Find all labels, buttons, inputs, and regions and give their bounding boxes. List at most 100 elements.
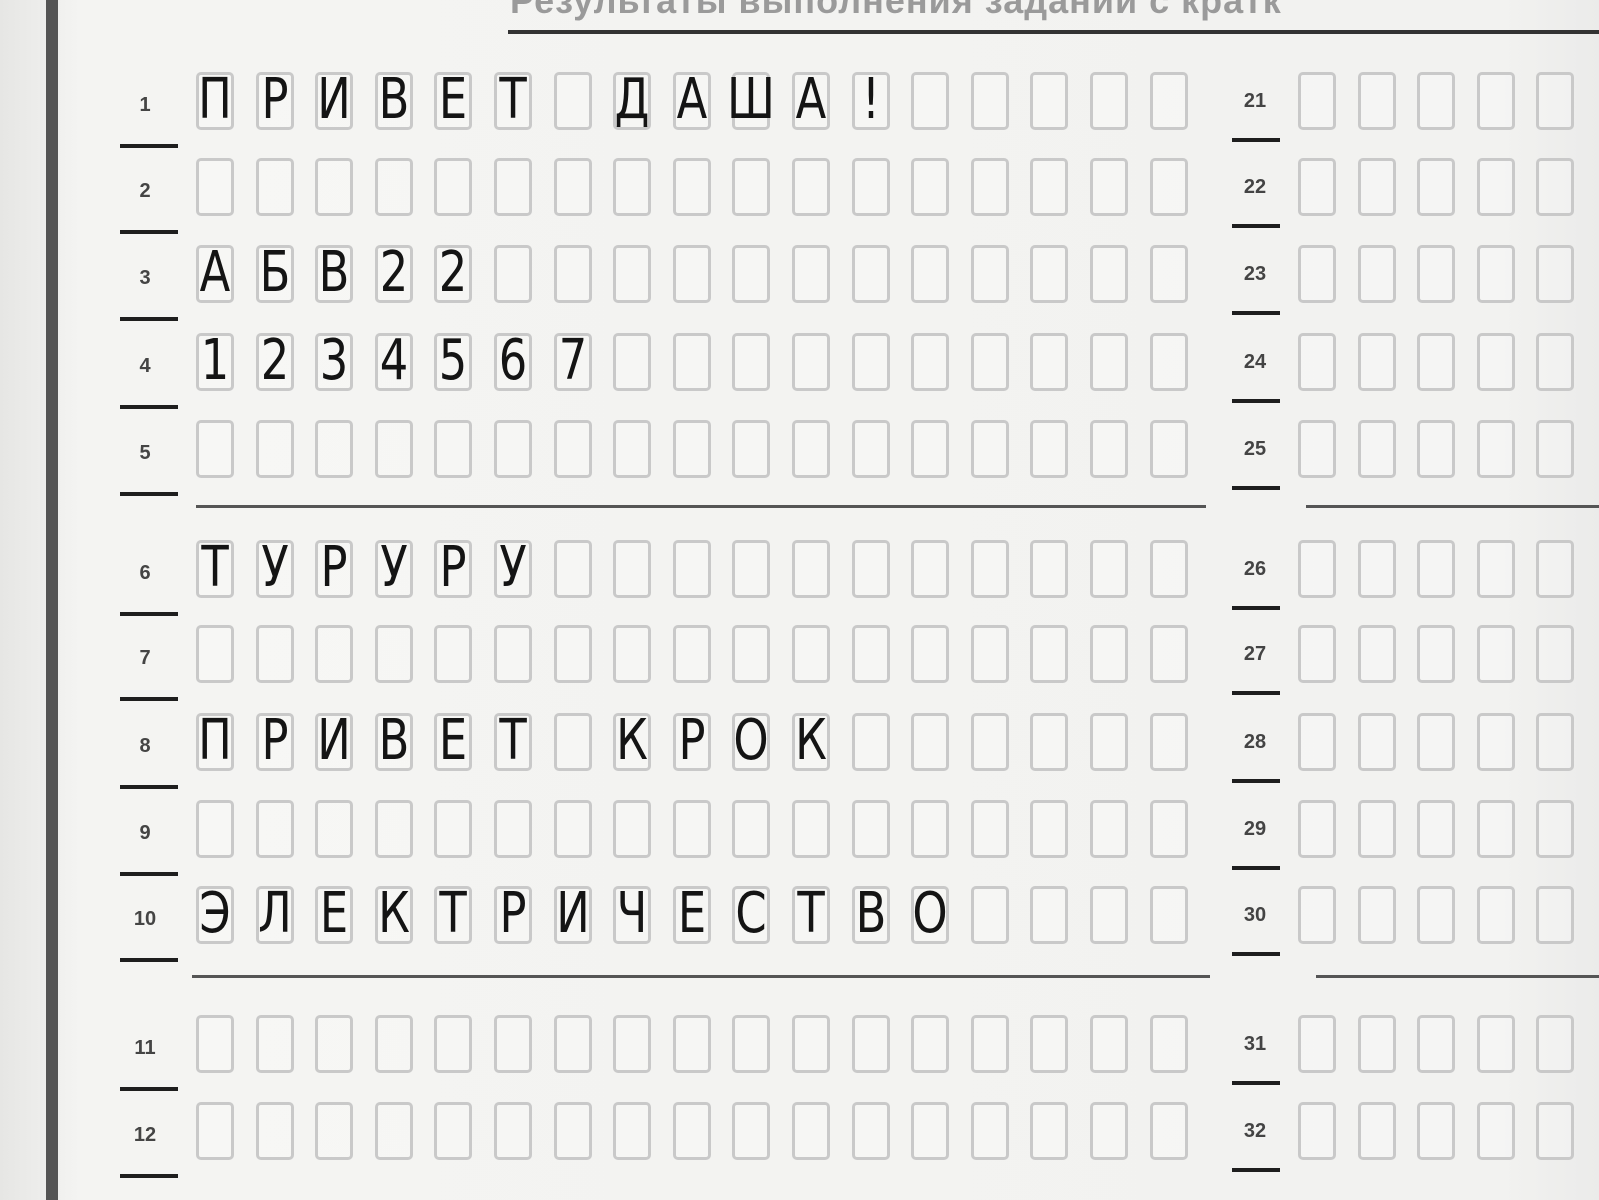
answer-cell[interactable] bbox=[1536, 420, 1575, 478]
answer-cell[interactable] bbox=[374, 625, 413, 683]
answer-cell[interactable] bbox=[1030, 540, 1069, 598]
answer-cell[interactable] bbox=[672, 420, 711, 478]
answer-cell[interactable] bbox=[1298, 1102, 1336, 1160]
answer-cell[interactable] bbox=[374, 1015, 413, 1073]
answer-cell[interactable] bbox=[1417, 158, 1456, 216]
answer-cell[interactable] bbox=[315, 1015, 354, 1073]
answer-cell[interactable] bbox=[1536, 625, 1575, 683]
answer-cell[interactable] bbox=[1417, 886, 1456, 944]
answer-cell[interactable] bbox=[851, 713, 890, 771]
answer-cell[interactable] bbox=[315, 158, 354, 216]
answer-cell[interactable] bbox=[1298, 158, 1336, 216]
answer-cell[interactable] bbox=[911, 713, 950, 771]
answer-cell[interactable] bbox=[1090, 420, 1128, 478]
answer-cell[interactable] bbox=[1357, 158, 1396, 216]
answer-cell[interactable] bbox=[553, 625, 592, 683]
answer-cell[interactable] bbox=[1357, 245, 1396, 303]
answer-cell[interactable] bbox=[553, 1015, 592, 1073]
answer-cell[interactable] bbox=[1090, 886, 1128, 944]
answer-cell[interactable] bbox=[1357, 72, 1396, 130]
answer-cell[interactable] bbox=[553, 713, 592, 771]
answer-cell[interactable] bbox=[1476, 1102, 1515, 1160]
answer-cell[interactable] bbox=[911, 420, 950, 478]
answer-cell[interactable] bbox=[196, 158, 234, 216]
answer-cell[interactable] bbox=[613, 540, 652, 598]
answer-cell[interactable] bbox=[1536, 158, 1575, 216]
answer-cell[interactable] bbox=[494, 1015, 532, 1073]
answer-cell[interactable] bbox=[1417, 72, 1456, 130]
answer-cell[interactable] bbox=[1417, 1015, 1456, 1073]
answer-cell[interactable] bbox=[970, 158, 1009, 216]
answer-cell[interactable] bbox=[1476, 245, 1515, 303]
answer-cell[interactable] bbox=[374, 420, 413, 478]
answer-cell[interactable] bbox=[613, 420, 652, 478]
answer-cell[interactable] bbox=[255, 1102, 294, 1160]
answer-cell[interactable] bbox=[1149, 158, 1188, 216]
answer-cell[interactable] bbox=[672, 800, 711, 858]
answer-cell[interactable] bbox=[792, 245, 830, 303]
answer-cell[interactable] bbox=[1476, 800, 1515, 858]
answer-cell[interactable] bbox=[970, 886, 1009, 944]
answer-cell[interactable] bbox=[1357, 333, 1396, 391]
answer-cell[interactable] bbox=[255, 800, 294, 858]
answer-cell[interactable] bbox=[196, 800, 234, 858]
answer-cell[interactable] bbox=[434, 1102, 473, 1160]
answer-cell[interactable] bbox=[1030, 800, 1069, 858]
answer-cell[interactable] bbox=[1298, 713, 1336, 771]
answer-cell[interactable] bbox=[613, 1015, 652, 1073]
answer-cell[interactable] bbox=[911, 625, 950, 683]
answer-cell[interactable] bbox=[613, 800, 652, 858]
answer-cell[interactable] bbox=[553, 158, 592, 216]
answer-cell[interactable] bbox=[1536, 800, 1575, 858]
answer-cell[interactable] bbox=[792, 420, 830, 478]
answer-cell[interactable] bbox=[1030, 713, 1069, 771]
answer-cell[interactable] bbox=[970, 540, 1009, 598]
answer-cell[interactable] bbox=[672, 540, 711, 598]
answer-cell[interactable] bbox=[732, 540, 771, 598]
answer-cell[interactable] bbox=[255, 1015, 294, 1073]
answer-cell[interactable] bbox=[1357, 420, 1396, 478]
answer-cell[interactable] bbox=[1149, 625, 1188, 683]
answer-cell[interactable] bbox=[553, 420, 592, 478]
answer-cell[interactable] bbox=[1090, 1102, 1128, 1160]
answer-cell[interactable] bbox=[732, 420, 771, 478]
answer-cell[interactable] bbox=[1030, 72, 1069, 130]
answer-cell[interactable] bbox=[970, 245, 1009, 303]
answer-cell[interactable] bbox=[792, 540, 830, 598]
answer-cell[interactable] bbox=[1536, 540, 1575, 598]
answer-cell[interactable] bbox=[851, 245, 890, 303]
answer-cell[interactable] bbox=[672, 245, 711, 303]
answer-cell[interactable] bbox=[732, 245, 771, 303]
answer-cell[interactable] bbox=[315, 420, 354, 478]
answer-cell[interactable] bbox=[1149, 420, 1188, 478]
answer-cell[interactable] bbox=[1030, 625, 1069, 683]
answer-cell[interactable] bbox=[1030, 420, 1069, 478]
answer-cell[interactable] bbox=[1536, 72, 1575, 130]
answer-cell[interactable] bbox=[1149, 1015, 1188, 1073]
answer-cell[interactable] bbox=[792, 158, 830, 216]
answer-cell[interactable] bbox=[672, 333, 711, 391]
answer-cell[interactable] bbox=[732, 1102, 771, 1160]
answer-cell[interactable] bbox=[911, 72, 950, 130]
answer-cell[interactable] bbox=[851, 625, 890, 683]
answer-cell[interactable] bbox=[1149, 245, 1188, 303]
answer-cell[interactable] bbox=[911, 333, 950, 391]
answer-cell[interactable] bbox=[1298, 540, 1336, 598]
answer-cell[interactable] bbox=[1417, 713, 1456, 771]
answer-cell[interactable] bbox=[970, 713, 1009, 771]
answer-cell[interactable] bbox=[1030, 1015, 1069, 1073]
answer-cell[interactable] bbox=[1357, 1102, 1396, 1160]
answer-cell[interactable] bbox=[494, 420, 532, 478]
answer-cell[interactable] bbox=[1090, 1015, 1128, 1073]
answer-cell[interactable] bbox=[494, 625, 532, 683]
answer-cell[interactable] bbox=[1536, 1102, 1575, 1160]
answer-cell[interactable] bbox=[315, 1102, 354, 1160]
answer-cell[interactable] bbox=[1030, 1102, 1069, 1160]
answer-cell[interactable] bbox=[1417, 540, 1456, 598]
answer-cell[interactable] bbox=[1357, 540, 1396, 598]
answer-cell[interactable] bbox=[1149, 72, 1188, 130]
answer-cell[interactable] bbox=[1090, 713, 1128, 771]
answer-cell[interactable] bbox=[613, 245, 652, 303]
answer-cell[interactable] bbox=[374, 158, 413, 216]
answer-cell[interactable] bbox=[374, 1102, 413, 1160]
